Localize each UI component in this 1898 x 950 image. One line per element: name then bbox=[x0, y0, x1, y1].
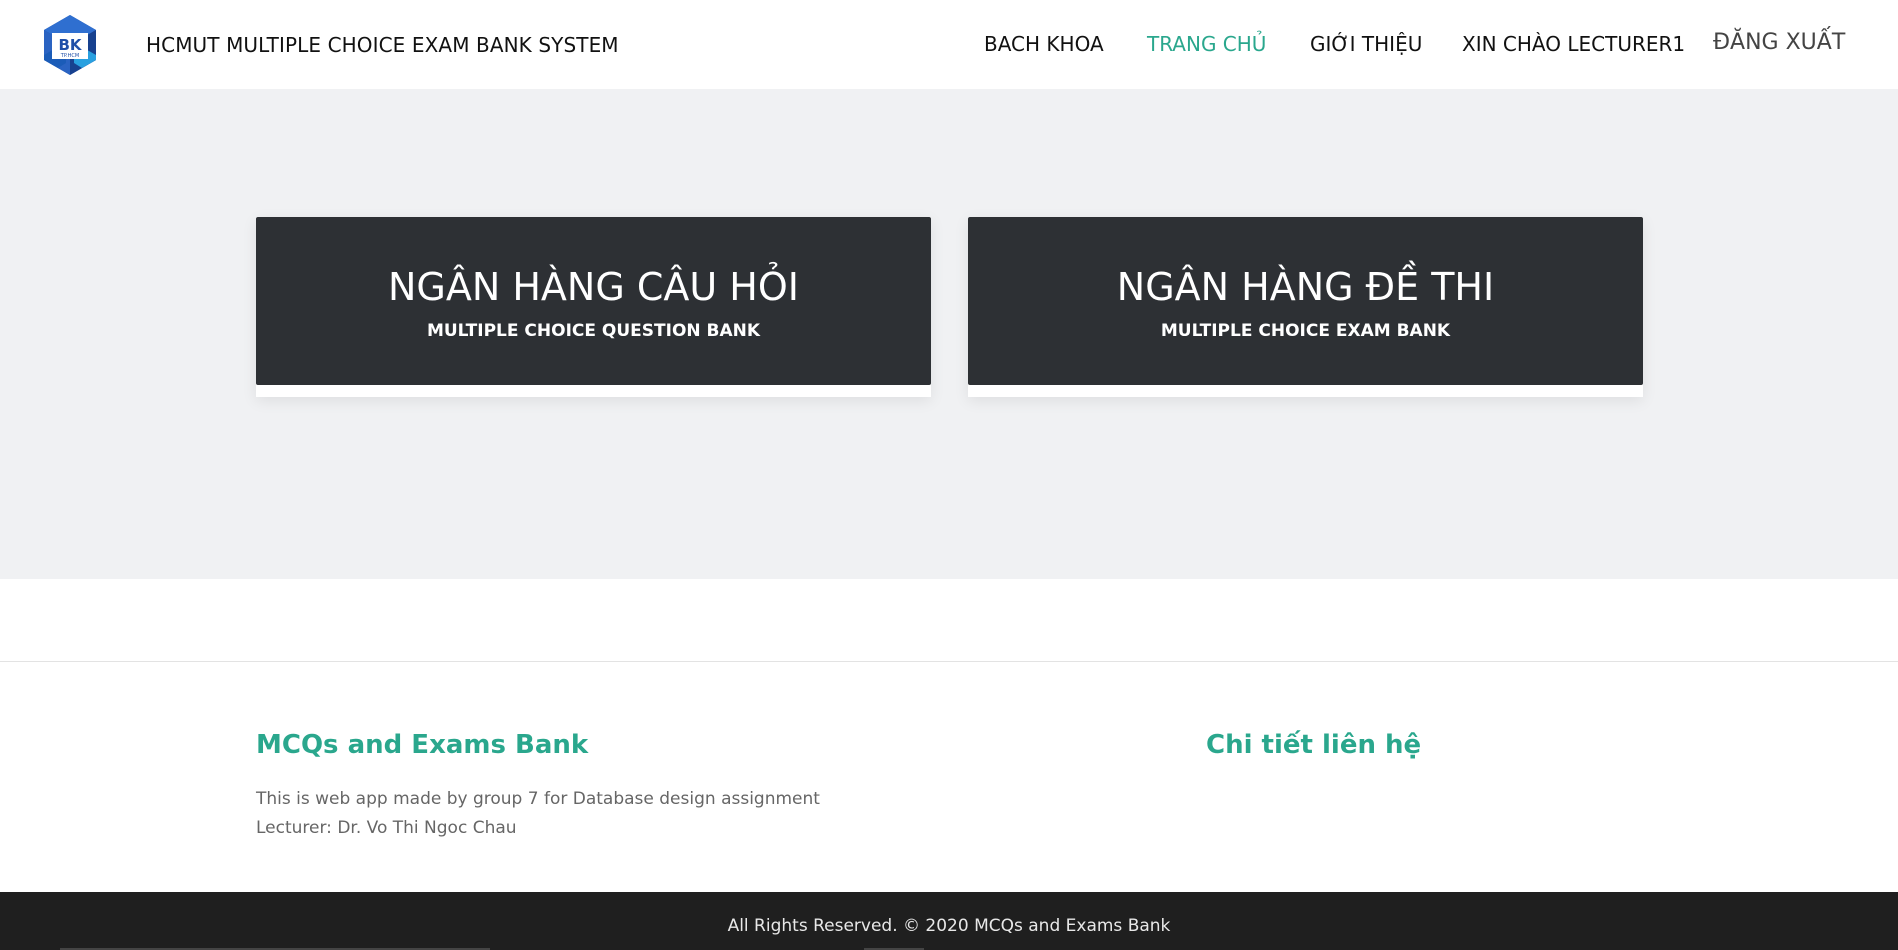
footer-divider bbox=[0, 661, 1898, 662]
copyright-text: All Rights Reserved. © 2020 MCQs and Exa… bbox=[727, 916, 1171, 936]
site-title[interactable]: HCMUT MULTIPLE CHOICE EXAM BANK SYSTEM bbox=[146, 33, 619, 57]
nav-logout[interactable]: ĐĂNG XUẤT bbox=[1713, 30, 1845, 55]
question-bank-subtitle: MULTIPLE CHOICE QUESTION BANK bbox=[426, 321, 761, 341]
footer-about-heading: MCQs and Exams Bank bbox=[256, 730, 589, 760]
exam-bank-title: NGÂN HÀNG ĐỀ THI bbox=[1116, 265, 1495, 309]
footer-about-line2: Lecturer: Dr. Vo Thi Ngoc Chau bbox=[256, 818, 517, 838]
question-bank-card[interactable]: NGÂN HÀNG CÂU HỎI MULTIPLE CHOICE QUESTI… bbox=[256, 217, 931, 397]
footer-about-line1: This is web app made by group 7 for Data… bbox=[256, 789, 820, 809]
copyright-bar: All Rights Reserved. © 2020 MCQs and Exa… bbox=[0, 892, 1898, 950]
exam-bank-card-body[interactable]: NGÂN HÀNG ĐỀ THI MULTIPLE CHOICE EXAM BA… bbox=[968, 217, 1643, 385]
bk-logo[interactable]: BK TP.HCM bbox=[38, 13, 102, 77]
exam-bank-subtitle: MULTIPLE CHOICE EXAM BANK bbox=[1160, 321, 1451, 341]
hero-section: NGÂN HÀNG CÂU HỎI MULTIPLE CHOICE QUESTI… bbox=[0, 89, 1898, 579]
nav-about[interactable]: GIỚI THIỆU bbox=[1310, 32, 1422, 56]
nav-home[interactable]: TRANG CHỦ bbox=[1147, 32, 1266, 56]
nav-greeting[interactable]: XIN CHÀO LECTURER1 bbox=[1462, 32, 1685, 56]
logo-text: BK bbox=[58, 36, 82, 54]
question-bank-card-body[interactable]: NGÂN HÀNG CÂU HỎI MULTIPLE CHOICE QUESTI… bbox=[256, 217, 931, 385]
site-header: BK TP.HCM HCMUT MULTIPLE CHOICE EXAM BAN… bbox=[0, 0, 1898, 89]
footer-contact-heading: Chi tiết liên hệ bbox=[1206, 730, 1422, 760]
nav-bach-khoa[interactable]: BACH KHOA bbox=[984, 32, 1104, 56]
question-bank-title: NGÂN HÀNG CÂU HỎI bbox=[387, 265, 799, 309]
exam-bank-card[interactable]: NGÂN HÀNG ĐỀ THI MULTIPLE CHOICE EXAM BA… bbox=[968, 217, 1643, 397]
logo-subtext: TP.HCM bbox=[60, 53, 79, 59]
